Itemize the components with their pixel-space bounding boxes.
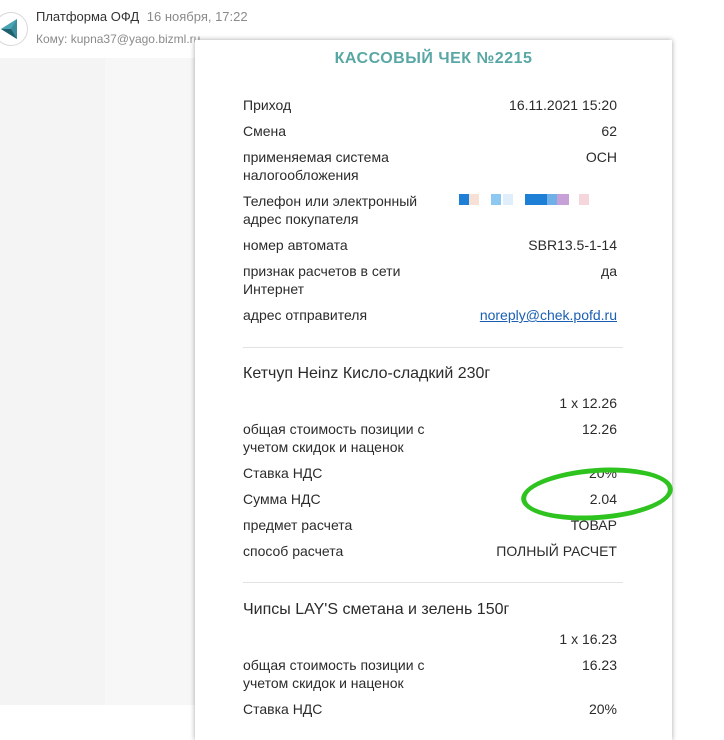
field-value: да [601,263,617,279]
field-label: Смена [243,123,287,139]
field-label: Ставка НДС [243,701,323,717]
field-label: номер автомата [243,237,348,253]
item-title-chips: Чипсы LAY'S сметана и зелень 150г [243,601,510,618]
qty-price-value: 1 x 16.23 [559,631,617,647]
right-pane [672,58,724,705]
field-value: noreply@chek.pofd.ru [480,306,617,324]
email-body-background [105,58,195,705]
to-address[interactable]: kupna37@yago.bizml.ru [71,32,201,46]
to-label: Кому: [36,32,68,46]
item-title-ketchup: Кетчуп Heinz Кисло-сладкий 230г [243,365,491,382]
field-value: SBR13.5-1-14 [528,237,617,253]
field-label: общая стоимость позиции с учетом скидок … [243,657,425,691]
field-label: применяемая система налогообложения [243,149,389,183]
sender-email-link[interactable]: noreply@chek.pofd.ru [480,307,617,323]
field-label: Телефон или электронный адрес покупателя [243,193,418,227]
email-date: 16 ноября, 17:22 [146,9,248,24]
field-value: ПОЛНЫЙ РАСЧЕТ [496,543,617,559]
field-label: общая стоимость позиции с учетом скидок … [243,421,425,455]
field-value: 16.23 [581,657,617,673]
sender-line: Платформа ОФД 16 ноября, 17:22 [36,9,248,24]
receipt-title: КАССОВЫЙ ЧЕК №2215 [334,50,533,67]
receipt-card: КАССОВЫЙ ЧЕК №2215 Приход 16.11.2021 15:… [195,40,672,740]
masked-buyer-contact [459,194,599,206]
divider [243,582,623,583]
ofd-logo-icon [1,19,17,39]
field-value: 62 [601,123,617,139]
sender-avatar[interactable] [0,12,28,46]
field-label: адрес отправителя [243,307,368,323]
field-label: Сумма НДС [243,491,321,507]
qty-price-value: 1 x 12.26 [559,395,617,411]
recipient-line: Кому: kupna37@yago.bizml.ru [36,32,200,46]
field-label: способ расчета [243,543,344,559]
field-value: 20% [588,701,617,717]
field-label: признак расчетов в сети Интернет [243,263,401,297]
sender-name[interactable]: Платформа ОФД [36,9,139,24]
field-label: предмет расчета [243,517,353,533]
field-label: Ставка НДС [243,465,323,481]
left-pane [0,58,105,705]
divider [243,347,623,348]
field-value: 16.11.2021 15:20 [509,97,617,113]
field-value: ОСН [585,149,617,165]
field-value: 12.26 [581,421,617,437]
field-label: Приход [243,97,292,113]
